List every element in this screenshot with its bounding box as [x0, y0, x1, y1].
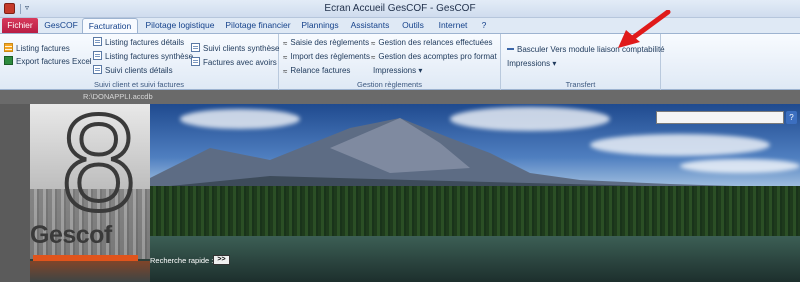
tab-help[interactable]: ?: [476, 18, 492, 33]
suivi-clients-details-button[interactable]: Suivi clients détails: [93, 65, 173, 77]
listing-factures-details-button[interactable]: Listing factures détails: [93, 37, 184, 49]
search-help-button[interactable]: ?: [786, 111, 797, 124]
group-label: Transfert: [565, 80, 596, 89]
wave-icon: ≈: [283, 67, 288, 76]
tab-gescof[interactable]: GesCOF: [40, 18, 82, 33]
factures-avec-avoirs-button[interactable]: Factures avec avoirs: [191, 57, 277, 69]
saisie-reglements-button[interactable]: ≈ Saisie des règlements: [283, 37, 369, 49]
impressions-dropdown-reglements[interactable]: Impressions ▾: [373, 65, 422, 77]
quick-search-button[interactable]: >>: [213, 255, 230, 265]
ribbon: Listing factures Export factures Excel L…: [0, 33, 800, 90]
listing-factures-button[interactable]: Listing factures: [4, 43, 70, 55]
database-path: R:\DONAPPLI.accdb: [83, 92, 153, 101]
import-reglements-button[interactable]: ≈ Import des règlements: [283, 51, 370, 63]
title-bar: ▿ Ecran Accueil GesCOF - GesCOF: [0, 0, 800, 18]
wave-icon: ≈: [283, 39, 288, 48]
logo-reflection: [30, 261, 150, 282]
tab-fichier[interactable]: Fichier: [2, 18, 38, 33]
impressions-dropdown-transfert[interactable]: Impressions ▾: [507, 58, 556, 70]
dropdown-arrow-icon: ▾: [550, 59, 557, 68]
list-icon: [4, 43, 13, 52]
tab-assistants[interactable]: Assistants: [346, 18, 394, 33]
excel-icon: [4, 56, 13, 65]
group-label: Gestion règlements: [356, 80, 423, 89]
tab-pilotage-financier[interactable]: Pilotage financier: [221, 18, 295, 33]
group-suivi-client: Listing factures Export factures Excel L…: [0, 34, 279, 90]
suivi-clients-synthese-button[interactable]: Suivi clients synthèse: [191, 43, 279, 55]
dropdown-arrow-icon: ▾: [416, 66, 423, 75]
gestion-relances-button[interactable]: ≈ Gestion des relances effectuées: [371, 37, 493, 49]
transfer-icon: [507, 48, 514, 50]
window-title: Ecran Accueil GesCOF - GesCOF: [324, 3, 476, 14]
red-arrow-annotation: [618, 10, 671, 48]
listing-factures-synthese-button[interactable]: Listing factures synthèse: [93, 51, 193, 63]
export-factures-excel-button[interactable]: Export factures Excel: [4, 56, 92, 68]
document-icon: [191, 43, 200, 52]
search-input[interactable]: [656, 111, 784, 124]
document-icon: [191, 57, 200, 66]
document-icon: [93, 37, 102, 46]
logo-digit: 8: [56, 104, 141, 240]
tab-internet[interactable]: Internet: [433, 18, 473, 33]
wave-icon: ≈: [371, 53, 376, 62]
group-label: Suivi client et suivi factures: [93, 80, 185, 89]
logo-name: Gescof: [30, 221, 112, 249]
document-icon: [93, 51, 102, 60]
lake: [150, 236, 800, 282]
tab-outils[interactable]: Outils: [396, 18, 430, 33]
document-icon: [93, 65, 102, 74]
ribbon-tab-row: Fichier GesCOF Facturation Pilotage logi…: [0, 18, 800, 33]
wave-icon: ≈: [371, 39, 376, 48]
forest: [150, 186, 800, 236]
tab-plannings[interactable]: Plannings: [297, 18, 343, 33]
group-gestion-reglements: ≈ Saisie des règlements ≈ Import des règle…: [279, 34, 501, 90]
quick-search-label: Recherche rapide :: [150, 256, 214, 265]
tab-pilotage-logistique[interactable]: Pilotage logistique: [140, 18, 220, 33]
wave-icon: ≈: [283, 53, 288, 62]
relance-factures-button[interactable]: ≈ Relance factures: [283, 65, 350, 77]
tab-facturation[interactable]: Facturation: [82, 18, 138, 33]
gestion-acomptes-button[interactable]: ≈ Gestion des acomptes pro format: [371, 51, 497, 63]
